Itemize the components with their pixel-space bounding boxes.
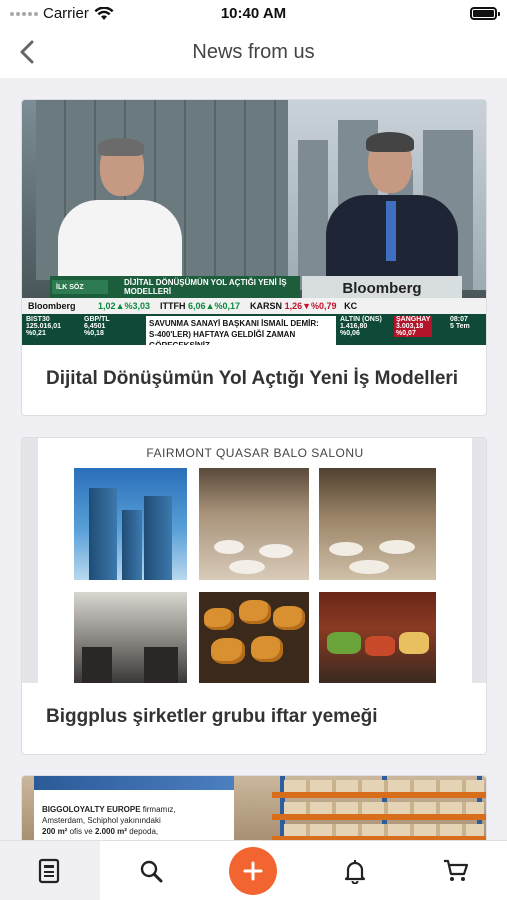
ticker-change: %0,79 (311, 301, 337, 311)
ticker-brand: Bloomberg (28, 301, 76, 311)
promo-brand: BIGGOLOYALTY EUROPE (42, 805, 141, 814)
search-tab[interactable] (101, 841, 201, 900)
photo-buffet (319, 592, 436, 683)
search-icon (140, 860, 163, 883)
gbp-value: 6,4501 (84, 323, 106, 330)
bist-label: BIST30 (26, 316, 50, 323)
gbp-change: %0,18 (84, 330, 104, 337)
shanghai-value: 3.003,18 (396, 323, 424, 330)
gold-label: ALTIN (ONS) (340, 316, 382, 323)
navigation-bar: News from us (0, 28, 507, 78)
shanghai-label: ŞANGHAY (396, 316, 431, 323)
page-title: News from us (192, 41, 315, 63)
news-card[interactable]: FAIRMONT QUASAR BALO SALONU Biggplus şir… (21, 437, 487, 755)
battery-icon (470, 7, 500, 20)
lower-third-text: DİJİTAL DÖNÜŞÜMÜN YOL AÇTIĞI YENİ İŞ MOD… (124, 278, 287, 296)
market-ticker: BIST30 125.016,01 %0,21 GBP/TL 6,4501 %0,18 … (22, 314, 486, 345)
ticker-value: 6,06 (188, 301, 206, 311)
ticker-change: %3,03 (124, 301, 151, 311)
news-card[interactable]: İLK SÖZ DİJİTAL DÖNÜŞÜMÜN YOL AÇTIĞI YEN… (21, 99, 487, 416)
venue-label: FAIRMONT QUASAR BALO SALONU (146, 446, 364, 460)
stock-ticker: Bloomberg 1,02▲%3,03 ITTFH 6,06▲%0,17 KA… (22, 298, 486, 314)
gold-value: 1.416,80 (340, 323, 368, 330)
status-time: 10:40 AM (220, 5, 287, 22)
ticker-name: KARSN (250, 301, 283, 311)
news-title: Biggplus şirketler grubu iftar yemeği (46, 706, 378, 727)
photo-tower (74, 468, 187, 580)
gold-change: %0,06 (340, 330, 360, 337)
photo-lobby (74, 592, 187, 683)
ticker-value: 1,26 (284, 301, 303, 311)
ticker-name: ITTFH (160, 301, 186, 311)
gbp-label: GBP/TL (84, 316, 110, 323)
photo-ballroom-2 (319, 468, 436, 580)
photo-ballroom (199, 468, 309, 580)
cart-tab[interactable] (406, 841, 506, 900)
bist-change: %0,21 (26, 330, 46, 337)
promo-text: BIGGOLOYALTY EUROPE firmamız, Amsterdam,… (42, 805, 176, 836)
news-image-warehouse: BIGGOLOYALTY EUROPE firmamız, Amsterdam,… (22, 776, 486, 840)
news-tab[interactable] (0, 841, 100, 900)
notifications-tab[interactable] (305, 841, 405, 900)
shanghai-change: %0,07 (396, 330, 416, 337)
news-title: Dijital Dönüşümün Yol Açtığı Yeni İş Mod… (46, 368, 459, 389)
ticker-name: KC (344, 301, 358, 311)
bell-icon (344, 860, 366, 884)
add-button[interactable] (229, 847, 277, 895)
bist-value: 125.016,01 (26, 323, 62, 330)
channel-logo: Bloomberg (302, 276, 462, 298)
news-icon (38, 858, 60, 884)
news-card[interactable]: BIGGOLOYALTY EUROPE firmamız, Amsterdam,… (21, 775, 487, 840)
photo-baklava (199, 592, 309, 683)
ticker-value: 1,02 (98, 301, 116, 311)
ticker-time: 08:07 (450, 316, 468, 323)
status-bar: Carrier 10:40 AM (0, 0, 507, 28)
add-tab[interactable] (203, 841, 303, 900)
lower-third: İLK SÖZ DİJİTAL DÖNÜŞÜMÜN YOL AÇTIĞI YEN… (50, 276, 300, 298)
ticker-change: %0,17 (214, 301, 241, 311)
ticker-date: 5 Tem (450, 323, 470, 330)
plus-icon (243, 861, 263, 881)
news-feed[interactable]: İLK SÖZ DİJİTAL DÖNÜŞÜMÜN YOL AÇTIĞI YEN… (0, 78, 507, 840)
tab-bar (0, 840, 507, 900)
lower-third-tag: İLK SÖZ (52, 280, 108, 294)
ticker-headline: SAVUNMA SANAYİ BAŞKANI İSMAİL DEMİR: (149, 319, 319, 328)
news-image-event-collage: FAIRMONT QUASAR BALO SALONU (22, 438, 486, 683)
news-image-tv-interview: İLK SÖZ DİJİTAL DÖNÜŞÜMÜN YOL AÇTIĞI YEN… (22, 100, 486, 345)
cart-icon (444, 859, 469, 881)
ticker-subline: S-400'LER) HAFTAYA GELDİĞİ ZAMAN GÖRECEK… (149, 330, 296, 345)
promo-panel: BIGGOLOYALTY EUROPE firmamız, Amsterdam,… (34, 776, 234, 840)
